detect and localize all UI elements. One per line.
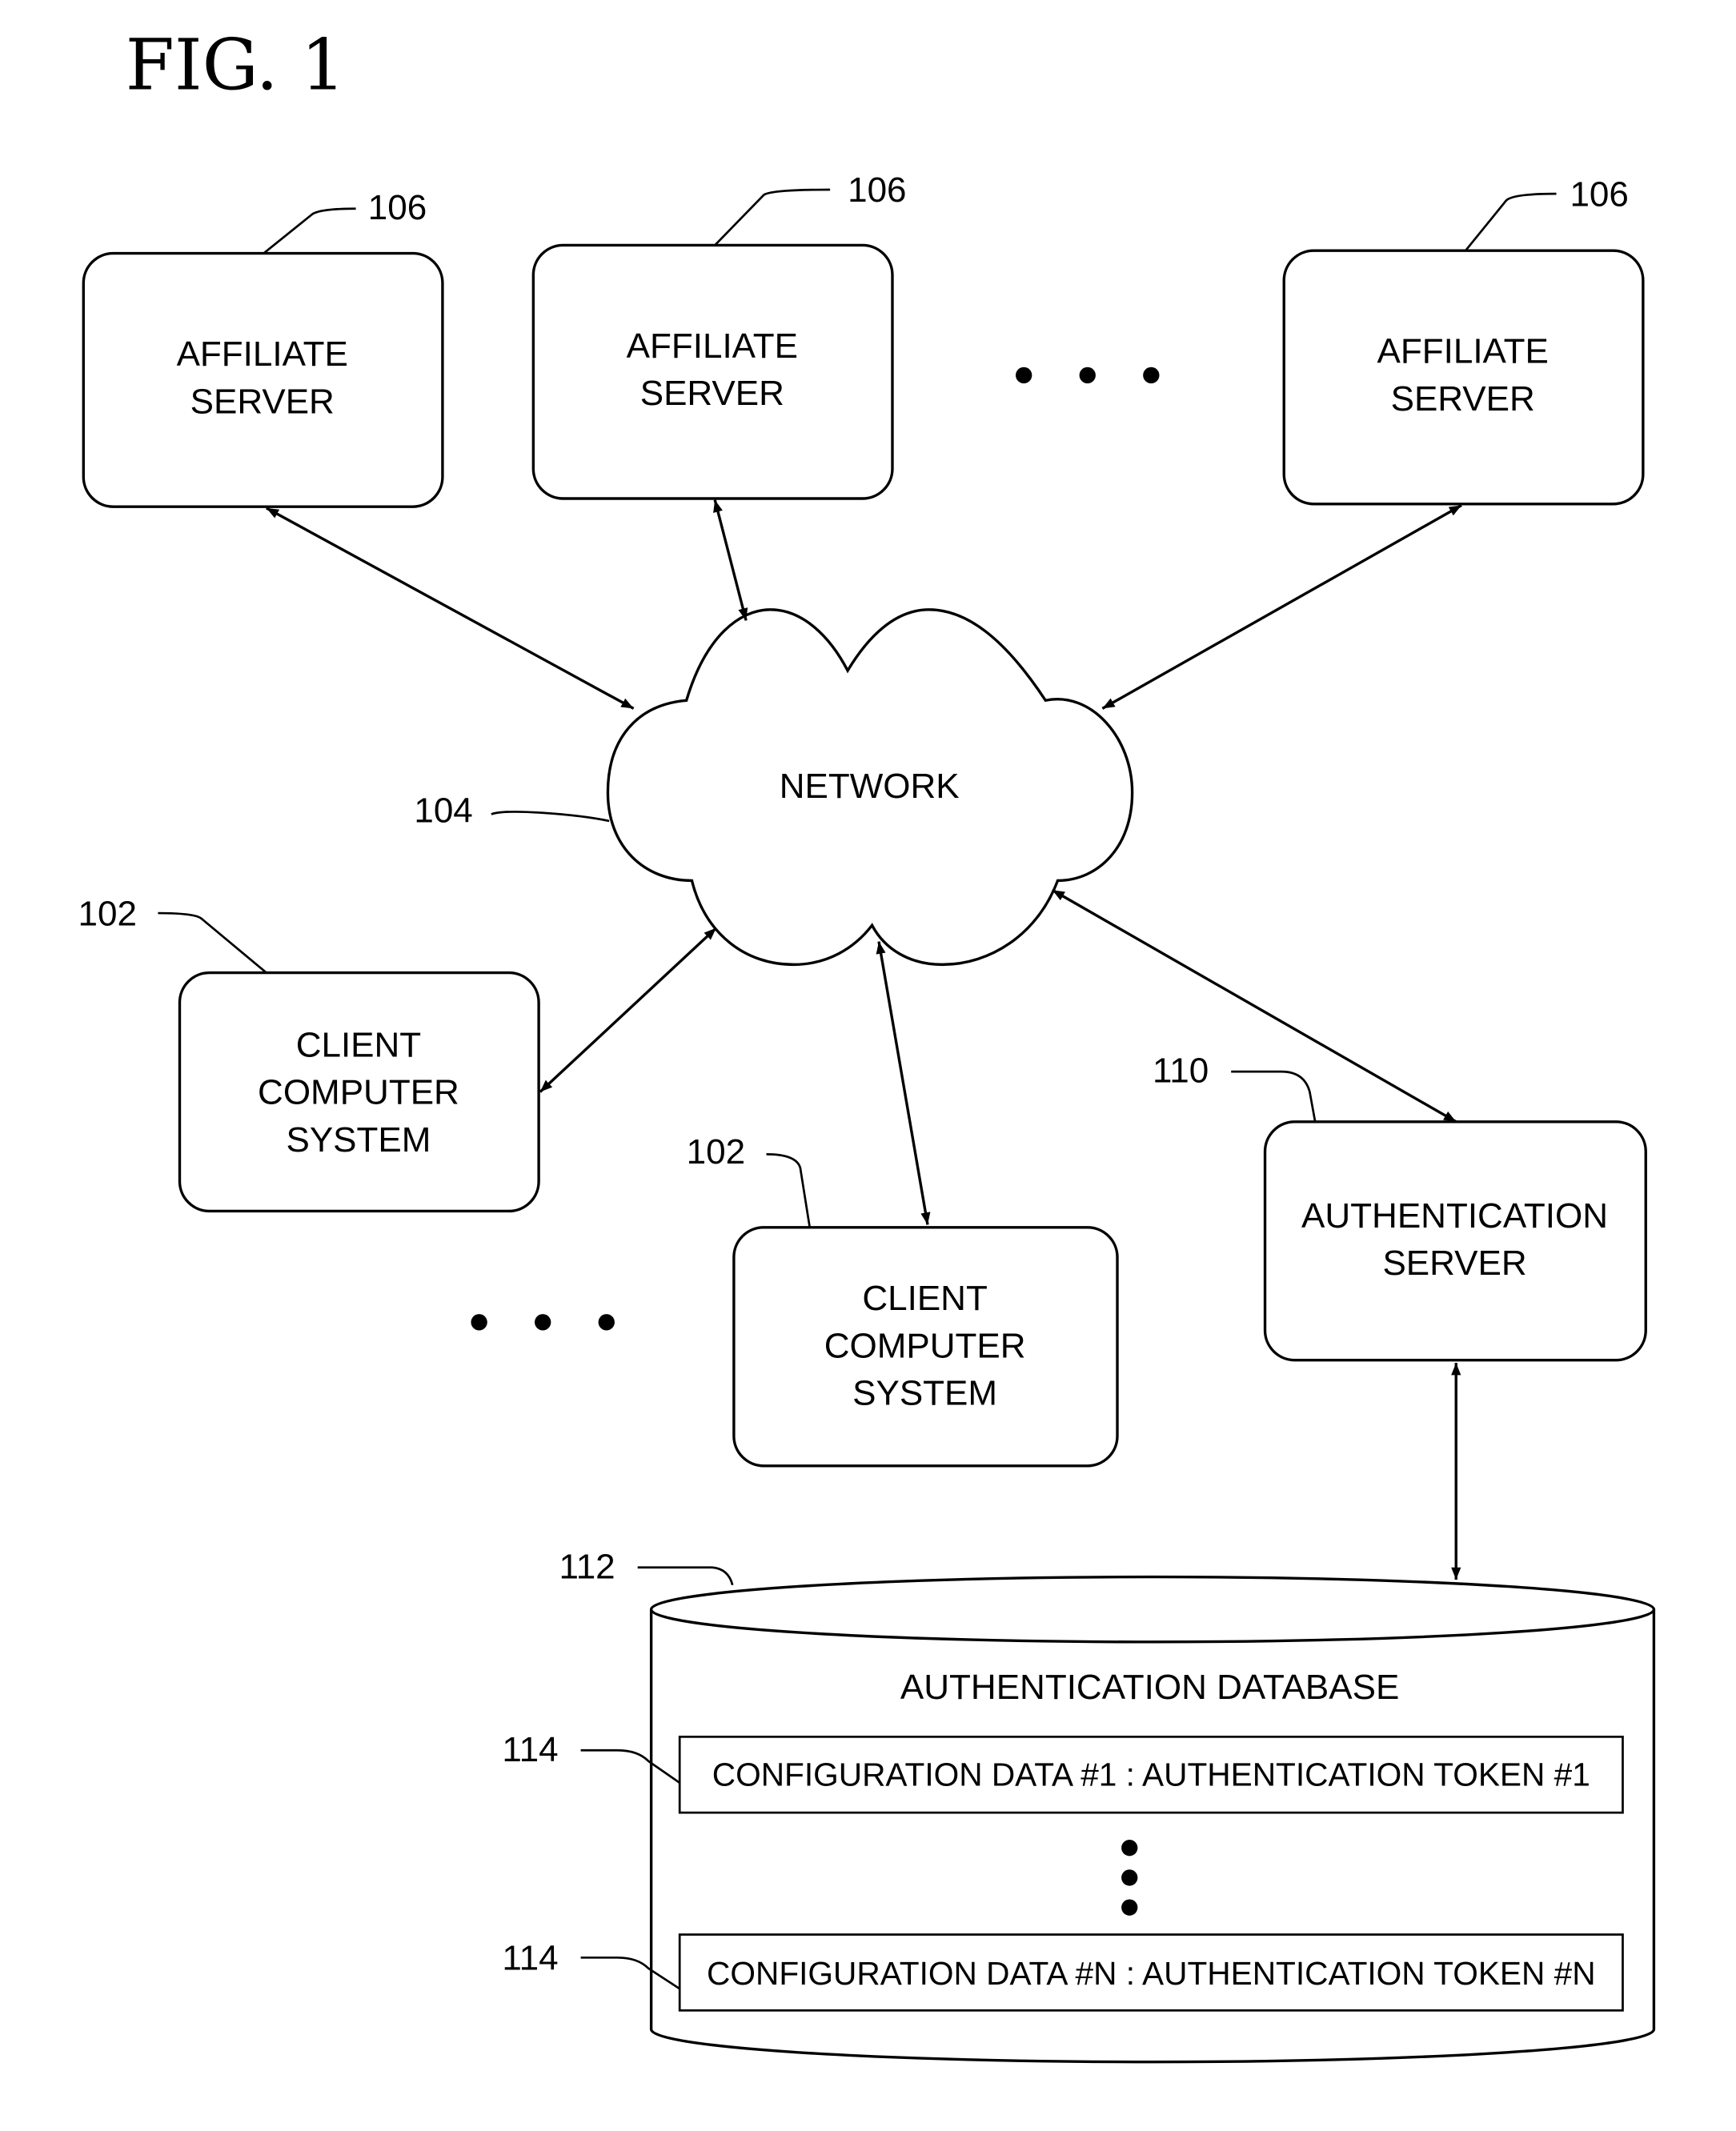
ellipsis-dot: [1016, 367, 1032, 384]
client-label-line3: SYSTEM: [286, 1120, 431, 1160]
connector-affiliate2-network: [713, 499, 748, 621]
record-text: CONFIGURATION DATA #1 : AUTHENTICATION T…: [712, 1756, 1590, 1793]
database-cylinder-top: [649, 1575, 1656, 1644]
reference-number: 112: [559, 1547, 615, 1586]
reference-number: 106: [1570, 174, 1628, 214]
ellipsis-dot: [1079, 367, 1096, 384]
affiliate-server-3: AFFILIATE SERVER 106: [1282, 174, 1645, 506]
auth-server-label-line2: SERVER: [1382, 1244, 1526, 1283]
reference-number: 106: [368, 188, 427, 227]
reference-leader: [1231, 1070, 1317, 1122]
affiliate-server-box: [1282, 249, 1645, 506]
connector-client2-network: [876, 941, 931, 1225]
connector-network-authserver: [1051, 888, 1457, 1124]
reference-number: 104: [414, 791, 472, 831]
database-label: AUTHENTICATION DATABASE: [900, 1668, 1399, 1707]
ellipsis-dot: [1143, 367, 1160, 384]
reference-leader: [637, 1566, 734, 1586]
reference-number: 114: [502, 1939, 558, 1978]
reference-number: 110: [1153, 1051, 1209, 1091]
client-computer-system-1: CLIENT COMPUTER SYSTEM 102: [78, 894, 540, 1213]
client-label-line2: COMPUTER: [824, 1326, 1026, 1365]
reference-number: 102: [687, 1132, 745, 1172]
reference-leader: [158, 911, 267, 974]
affiliate-server-1: AFFILIATE SERVER 106: [82, 188, 444, 508]
reference-leader: [714, 188, 831, 246]
authentication-server: AUTHENTICATION SERVER 110: [1153, 1051, 1647, 1362]
affiliate-server-box: [82, 251, 444, 508]
network-cloud: NETWORK 104: [414, 608, 1134, 967]
affiliate-server-label-line1: AFFILIATE: [177, 334, 348, 374]
database-records-ellipsis: [1121, 1840, 1138, 1916]
affiliate-server-label-line2: SERVER: [640, 374, 784, 413]
connector-affiliate3-network: [1101, 503, 1462, 710]
client-label-line3: SYSTEM: [852, 1374, 997, 1413]
auth-server-box: [1263, 1120, 1647, 1362]
figure-title: FIG. 1: [126, 24, 346, 106]
client-label-line1: CLIENT: [862, 1279, 987, 1318]
more-clients-ellipsis: [471, 1314, 615, 1331]
client-label-line1: CLIENT: [296, 1025, 421, 1064]
connector-affiliate1-network: [266, 507, 635, 710]
ellipsis-dot: [1121, 1869, 1138, 1886]
affiliate-server-box: [531, 243, 894, 500]
connector-client1-network: [539, 927, 718, 1093]
ellipsis-dot: [1121, 1899, 1138, 1916]
reference-leader: [1465, 192, 1557, 252]
reference-number: 102: [78, 894, 137, 933]
reference-leader: [491, 811, 610, 823]
reference-leader: [766, 1153, 812, 1228]
reference-number: 106: [848, 170, 906, 210]
client-label-line2: COMPUTER: [258, 1073, 459, 1112]
client-computer-system-2: CLIENT COMPUTER SYSTEM 102: [687, 1132, 1119, 1468]
auth-server-label-line1: AUTHENTICATION: [1301, 1196, 1608, 1236]
reference-number: 114: [502, 1730, 558, 1769]
network-label: NETWORK: [780, 767, 960, 806]
affiliate-server-label-line1: AFFILIATE: [1377, 332, 1549, 371]
record-text: CONFIGURATION DATA #N : AUTHENTICATION T…: [707, 1955, 1596, 1992]
affiliate-server-label-line1: AFFILIATE: [627, 326, 798, 366]
affiliate-server-label-line2: SERVER: [190, 382, 335, 421]
ellipsis-dot: [471, 1314, 487, 1331]
more-affiliate-servers-ellipsis: [1016, 367, 1160, 384]
ellipsis-dot: [598, 1314, 615, 1331]
ellipsis-dot: [1121, 1840, 1138, 1857]
patent-figure: FIG. 1 AFFILIATE SERVER 106 AFFILIATE SE…: [78, 24, 1656, 2064]
ellipsis-dot: [535, 1314, 551, 1331]
authentication-database: AUTHENTICATION DATABASE 112 CONFIGURATIO…: [502, 1547, 1656, 2064]
affiliate-server-label-line2: SERVER: [1391, 379, 1535, 419]
reference-leader: [263, 207, 356, 254]
affiliate-server-2: AFFILIATE SERVER 106: [531, 170, 907, 500]
